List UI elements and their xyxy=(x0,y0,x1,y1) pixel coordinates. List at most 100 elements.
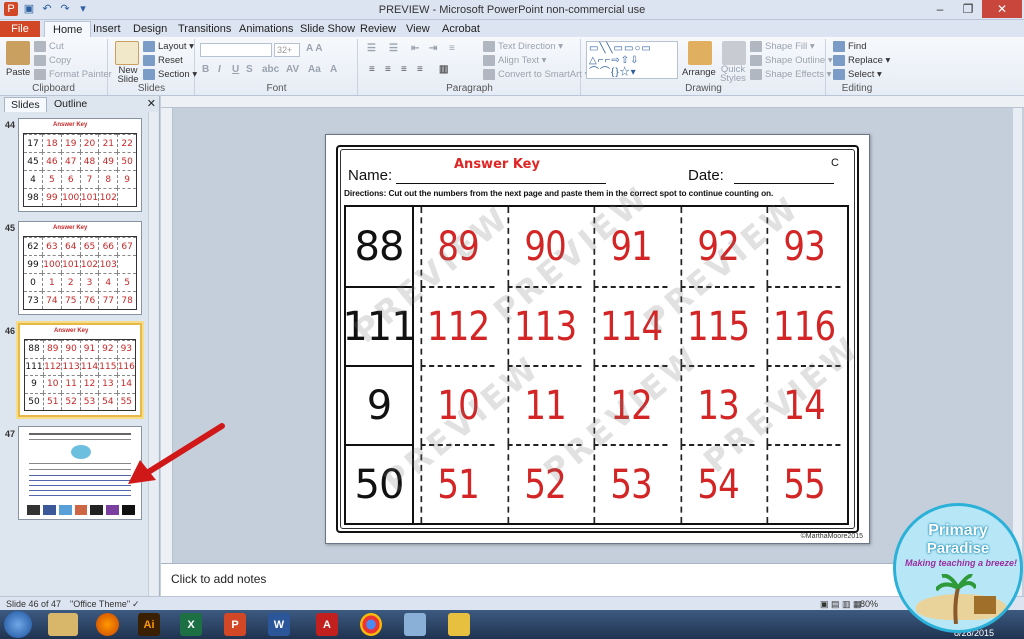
find-button[interactable]: Find xyxy=(833,41,866,52)
shield-icon[interactable] xyxy=(448,613,470,636)
tab-insert[interactable]: Insert xyxy=(85,21,129,37)
close-panel-icon[interactable]: ✕ xyxy=(147,97,156,110)
mini-cell: 18 xyxy=(42,134,61,152)
quick-styles-icon[interactable] xyxy=(722,41,746,65)
underline-button[interactable]: U xyxy=(232,64,239,75)
justify-icon[interactable]: ≡ xyxy=(417,64,423,75)
answer-cell: 54 xyxy=(680,444,754,523)
tab-acrobat[interactable]: Acrobat xyxy=(434,21,488,37)
mini-cell: 12 xyxy=(79,375,99,393)
tab-design[interactable]: Design xyxy=(125,21,175,37)
maximize-button[interactable]: ❐ xyxy=(954,0,982,18)
new-slide-button[interactable]: New Slide xyxy=(113,66,143,85)
social-icon xyxy=(58,505,72,515)
font-label: Font xyxy=(266,83,287,94)
columns-icon[interactable]: ▥ xyxy=(439,64,448,75)
shape-effects-button[interactable]: Shape Effects ▾ xyxy=(750,69,831,80)
zoom-level[interactable]: 80% xyxy=(860,599,878,609)
close-button[interactable]: ✕ xyxy=(982,0,1022,18)
tab-view[interactable]: View xyxy=(398,21,438,37)
grow-font-icon[interactable]: A A xyxy=(306,43,322,54)
spell-check-icon[interactable]: ✓ xyxy=(132,599,140,610)
font-color-button[interactable]: A xyxy=(330,64,337,75)
arrange-button[interactable]: Arrange xyxy=(682,67,716,78)
powerpoint-taskbar-icon[interactable]: P xyxy=(224,613,246,636)
mini-cell: 0 xyxy=(24,273,42,291)
shadow-button[interactable]: S xyxy=(246,64,253,75)
shapes-gallery[interactable]: ▭╲╲▭▭○▭ △⌐⌐⇨⇧⇩ ⌒⌒{}☆▾ xyxy=(586,41,678,79)
arrange-icon[interactable] xyxy=(688,41,712,65)
bullets-icon[interactable]: ☰ xyxy=(367,43,376,54)
align-center-icon[interactable]: ≡ xyxy=(385,64,391,75)
case-button[interactable]: Aa xyxy=(308,64,321,75)
tab-outline[interactable]: Outline xyxy=(48,97,93,112)
paint-icon[interactable] xyxy=(404,613,426,636)
social-icon xyxy=(74,505,88,515)
slide-thumbnail-44[interactable]: Answer Key 17 18 19 20 21 22 45 46 47 48… xyxy=(18,118,142,212)
horizontal-ruler xyxy=(161,96,1024,108)
view-buttons[interactable]: ▣ ▤ ▥ ▦ xyxy=(820,599,862,610)
start-number-cell: 9 xyxy=(346,365,414,444)
select-button[interactable]: Select ▾ xyxy=(833,69,882,80)
align-text-button[interactable]: Align Text ▾ xyxy=(483,55,546,66)
tab-file[interactable]: File xyxy=(0,21,40,37)
strikethrough-button[interactable]: abc xyxy=(262,64,279,75)
increase-indent-icon[interactable]: ⇥ xyxy=(429,43,437,54)
reset-button[interactable]: Reset xyxy=(143,55,183,66)
date-underline xyxy=(734,183,834,184)
mini-cell: 114 xyxy=(79,357,99,375)
quick-styles-button[interactable]: Quick Styles xyxy=(718,65,748,84)
current-slide[interactable]: Answer Key Name: Date: C Directions: Cut… xyxy=(325,134,870,544)
copy-button[interactable]: Copy xyxy=(34,55,71,66)
notes-pane[interactable]: Click to add notes xyxy=(161,563,1011,596)
link-line xyxy=(29,485,131,486)
mini-cell: 116 xyxy=(116,357,135,375)
italic-button[interactable]: I xyxy=(218,64,221,75)
align-left-icon[interactable]: ≡ xyxy=(369,64,375,75)
tab-slides[interactable]: Slides xyxy=(4,97,47,112)
tab-review[interactable]: Review xyxy=(352,21,404,37)
paste-button[interactable]: Paste xyxy=(6,67,30,78)
start-button[interactable] xyxy=(4,611,32,638)
illustrator-icon[interactable]: Ai xyxy=(138,613,160,636)
font-name-box[interactable] xyxy=(200,43,272,57)
align-right-icon[interactable]: ≡ xyxy=(401,64,407,75)
bold-button[interactable]: B xyxy=(202,64,209,75)
minimize-button[interactable]: ‒ xyxy=(926,0,954,18)
spacing-button[interactable]: AV xyxy=(286,64,299,75)
explorer-icon[interactable] xyxy=(48,613,78,636)
replace-button[interactable]: Replace ▾ xyxy=(833,55,890,66)
mini-cell: 113 xyxy=(61,357,80,375)
section-button[interactable]: Section ▾ xyxy=(143,69,197,80)
new-slide-icon[interactable] xyxy=(115,41,139,65)
tab-transitions[interactable]: Transitions xyxy=(170,21,239,37)
mini-cell: 53 xyxy=(79,392,99,410)
mini-cell: 55 xyxy=(116,392,135,410)
excel-icon[interactable]: X xyxy=(180,613,202,636)
panel-scrollbar[interactable] xyxy=(148,112,158,596)
chrome-icon[interactable] xyxy=(360,613,382,636)
line-spacing-icon[interactable]: ≡ xyxy=(449,43,455,54)
slide-thumbnail-45[interactable]: Answer Key 62 63 64 65 66 67 99 100 101 … xyxy=(18,221,142,315)
cut-button[interactable]: Cut xyxy=(34,41,64,52)
mini-cell: 48 xyxy=(79,152,99,170)
convert-smartart-button[interactable]: Convert to SmartArt ▾ xyxy=(483,69,589,80)
logo-tagline: Making teaching a breeze! xyxy=(904,558,1018,568)
shape-fill-button[interactable]: Shape Fill ▾ xyxy=(750,41,815,52)
firefox-icon[interactable] xyxy=(96,613,119,636)
acrobat-icon[interactable]: A xyxy=(316,613,338,636)
font-size-box[interactable]: 32+ xyxy=(274,43,300,57)
text-direction-button[interactable]: Text Direction ▾ xyxy=(483,41,563,52)
layout-button[interactable]: Layout ▾ xyxy=(143,41,194,52)
tab-animations[interactable]: Animations xyxy=(231,21,301,37)
decrease-indent-icon[interactable]: ⇤ xyxy=(411,43,419,54)
numbering-icon[interactable]: ☰ xyxy=(389,43,398,54)
theme-name: "Office Theme" xyxy=(70,599,131,609)
word-icon[interactable]: W xyxy=(268,613,290,636)
slide-number: 47 xyxy=(5,429,16,439)
paste-icon[interactable] xyxy=(6,41,30,65)
slide-thumbnail-46[interactable]: Answer Key 88 89 90 91 92 93 111 112 113… xyxy=(18,323,142,417)
shape-outline-button[interactable]: Shape Outline ▾ xyxy=(750,55,833,66)
format-painter-button[interactable]: Format Painter xyxy=(34,69,112,80)
primary-paradise-logo: Primary Paradise Making teaching a breez… xyxy=(893,503,1023,633)
